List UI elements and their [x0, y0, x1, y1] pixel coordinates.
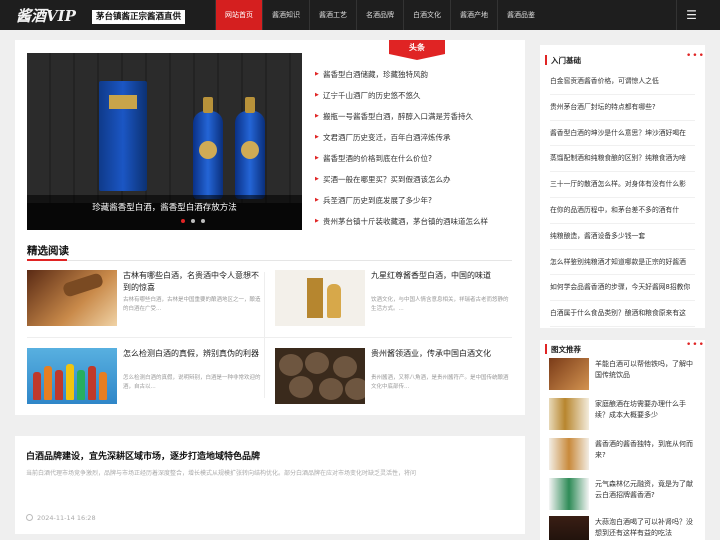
- slider-dot[interactable]: [201, 219, 205, 223]
- article-card[interactable]: 怎么检测白酒的真假，辨别真伪的利器 怎么检测白酒的真假，说明辩别，白酒是一种非常…: [27, 348, 267, 408]
- article-card[interactable]: 贵州酱领酒业，传承中国白酒文化 贵州酱酒，又称八角酒，是贵州酱符产。是中国传统酿…: [275, 348, 515, 408]
- image-slider[interactable]: 珍藏酱香型白酒，酱香型白酒存放方法: [27, 53, 302, 230]
- main-nav: 网站首页 酱酒知识 酱酒工艺 名酒品牌 白酒文化 酱酒产地 酱酒品鉴: [215, 0, 544, 30]
- recommend-thumbnail[interactable]: [549, 478, 589, 510]
- nav-item-knowledge[interactable]: 酱酒知识: [262, 0, 309, 30]
- recommend-item[interactable]: 家庭酿酒在坊需要办理什么手续？成本大概要多少: [549, 398, 699, 432]
- article-thumbnail[interactable]: [27, 348, 117, 404]
- sidebar-heading-marker: [545, 55, 547, 65]
- sidebar-link[interactable]: 在你的品酒历程中，和茅台差不多的酒有什: [550, 198, 695, 224]
- site-logo[interactable]: 酱酒VIP: [16, 5, 76, 26]
- headline-item[interactable]: 买酒一般在哪里买？买到假酒该怎么办: [315, 169, 515, 190]
- sidebar-link[interactable]: 怎么样鉴别纯粮酒才知道哪款是正宗的好酱酒: [550, 250, 695, 276]
- headline-item[interactable]: 辽宁千山酒厂的历史悠不悠久: [315, 85, 515, 106]
- sidebar-link[interactable]: 如何学会品酱香酒的步骤，今天好酱网8招教你: [550, 275, 695, 302]
- featured-article-meta: 2024-11-14 16:28: [26, 514, 96, 522]
- recommend-item[interactable]: 羊能白酒可以帮他铁吗，了解中国传统饮品: [549, 358, 699, 392]
- headline-item[interactable]: 酱香型酒的价格到底在什么价位?: [315, 148, 515, 169]
- article-thumbnail[interactable]: [275, 348, 365, 404]
- article-card[interactable]: 九星红尊酱香型白酒，中国的味道 饮酒文化，与中国人情含意息相关，祥瑞者古老而悠静…: [275, 270, 515, 330]
- recommend-title[interactable]: 家庭酿酒在坊需要办理什么手续？成本大概要多少: [595, 399, 699, 420]
- headline-item[interactable]: 兵圣酒厂历史到底发展了多少年?: [315, 190, 515, 211]
- nav-item-tasting[interactable]: 酱酒品鉴: [497, 0, 544, 30]
- nav-item-origin[interactable]: 酱酒产地: [450, 0, 497, 30]
- sidebar-link[interactable]: 酱香型白酒的坤沙是什么意思？坤沙酒好喝在: [550, 121, 695, 147]
- recommend-thumbnail[interactable]: [549, 398, 589, 430]
- liquor-bottle-image: [193, 97, 223, 199]
- headline-item[interactable]: 搬瓶一号酱香型白酒，醉醇入口满是芳香持久: [315, 106, 515, 127]
- section-divider: [27, 260, 512, 261]
- nav-item-home[interactable]: 网站首页: [215, 0, 262, 30]
- article-excerpt: 贵州酱酒，又称八角酒，是贵州酱符产。是中国传统酿酒文化中底部传...: [371, 375, 509, 390]
- recommend-item[interactable]: 酱香酒的酱香独特，到底从何而来?: [549, 438, 699, 472]
- sidebar-basics-list: 白金窖贡酒酱香价格，可谓惊人之低 贵州茅台酒厂封坛的特点都有哪些? 酱香型白酒的…: [550, 69, 695, 327]
- featured-article-date: 2024-11-14 16:28: [37, 514, 96, 522]
- featured-article-excerpt: 当前白酒代理市场竞争激烈，品牌与市场正经历着深度整合，增长模式从规模扩张转向结构…: [26, 470, 417, 477]
- recommend-thumbnail[interactable]: [549, 516, 589, 540]
- slider-dot[interactable]: [191, 219, 195, 223]
- recommend-title[interactable]: 酱香酒的酱香独特，到底从何而来?: [595, 439, 699, 460]
- slider-caption[interactable]: 珍藏酱香型白酒，酱香型白酒存放方法: [27, 201, 302, 213]
- article-excerpt: 古林有哪些白酒，古林是中国重要的酿酒地区之一，酿造的白酒在广受...: [123, 297, 261, 312]
- recommend-item[interactable]: 元气森林亿元融资，竟是为了献云白酒招牌酱香酒?: [549, 478, 699, 512]
- liquor-bottle-image: [235, 97, 265, 199]
- clock-icon: [26, 514, 33, 521]
- slider-dot-active[interactable]: [181, 219, 185, 223]
- hamburger-menu-icon[interactable]: ☰: [676, 0, 706, 30]
- article-title[interactable]: 九星红尊酱香型白酒，中国的味道: [371, 270, 511, 282]
- sidebar-link[interactable]: 贵州茅台酒厂封坛的特点都有哪些?: [550, 95, 695, 121]
- article-title[interactable]: 怎么检测白酒的真假，辨别真伪的利器: [123, 348, 263, 360]
- top-navbar: 酱酒VIP 茅台镇酱正宗酱酒直供 网站首页 酱酒知识 酱酒工艺 名酒品牌 白酒文…: [0, 0, 720, 30]
- more-dots-icon[interactable]: •••: [686, 51, 705, 61]
- section-title: 精选阅读: [27, 245, 69, 257]
- slider-dots: [181, 219, 205, 223]
- liquor-box-image: [99, 81, 147, 191]
- headline-item[interactable]: 贵州茅台镇十斤装收藏酒，茅台镇的酒味道怎么样: [315, 211, 515, 232]
- sidebar-link[interactable]: 白金窖贡酒酱香价格，可谓惊人之低: [550, 69, 695, 95]
- headline-item[interactable]: 文君酒厂历史变迁，百年白酒淬炼传承: [315, 127, 515, 148]
- nav-item-craft[interactable]: 酱酒工艺: [309, 0, 356, 30]
- featured-article-title[interactable]: 白酒品牌建设，宜先深耕区域市场，逐步打造地域特色品牌: [26, 449, 260, 462]
- articles-divider-horizontal: [27, 337, 512, 338]
- article-card[interactable]: 古林有哪些白酒，名贵酒中令人意想不到的惊喜 古林有哪些白酒，古林是中国重要的酿酒…: [27, 270, 267, 330]
- sidebar-link[interactable]: 纯粮酿造，酱酒设备多少钱一套: [550, 224, 695, 250]
- article-excerpt: 怎么检测白酒的真假，说明辩别，白酒是一种非常欢迎的酒，自古以...: [123, 375, 261, 390]
- sidebar-link[interactable]: 三十一厅的散酒怎么样。对身体有没有什么影: [550, 172, 695, 198]
- recommend-title[interactable]: 元气森林亿元融资，竟是为了献云白酒招牌酱香酒?: [595, 479, 699, 500]
- recommend-item[interactable]: 大蒜泡白酒喝了可以补肾吗？没想到还有这样有益的吃法: [549, 516, 699, 540]
- article-thumbnail[interactable]: [27, 270, 117, 326]
- nav-item-brands[interactable]: 名酒品牌: [356, 0, 403, 30]
- sidebar-link[interactable]: 白酒属于什么食品类别？酿酒和粮食原来有这: [550, 301, 695, 327]
- article-thumbnail[interactable]: [275, 270, 365, 326]
- section-underline: [27, 259, 67, 261]
- headline-list: 酱香型白酒储藏，珍藏独特风韵 辽宁千山酒厂的历史悠不悠久 搬瓶一号酱香型白酒，醉…: [315, 64, 515, 232]
- recommend-thumbnail[interactable]: [549, 438, 589, 470]
- site-slogan: 茅台镇酱正宗酱酒直供: [92, 10, 186, 24]
- article-title[interactable]: 贵州酱领酒业，传承中国白酒文化: [371, 348, 511, 360]
- more-dots-icon[interactable]: •••: [686, 340, 705, 350]
- sidebar-link[interactable]: 蒸馏配制酒和纯粮食酿的区别？纯粮食酒为啥: [550, 146, 695, 173]
- article-excerpt: 饮酒文化，与中国人情含意息相关，祥瑞者古老而悠静的生活方式。...: [371, 297, 509, 312]
- recommend-title[interactable]: 大蒜泡白酒喝了可以补肾吗？没想到还有这样有益的吃法: [595, 517, 699, 538]
- recommend-thumbnail[interactable]: [549, 358, 589, 390]
- nav-item-culture[interactable]: 白酒文化: [403, 0, 450, 30]
- sidebar-heading-marker: [545, 344, 547, 354]
- article-title[interactable]: 古林有哪些白酒，名贵酒中令人意想不到的惊喜: [123, 270, 263, 294]
- headline-item[interactable]: 酱香型白酒储藏，珍藏独特风韵: [315, 64, 515, 85]
- recommend-title[interactable]: 羊能白酒可以帮他铁吗，了解中国传统饮品: [595, 359, 699, 380]
